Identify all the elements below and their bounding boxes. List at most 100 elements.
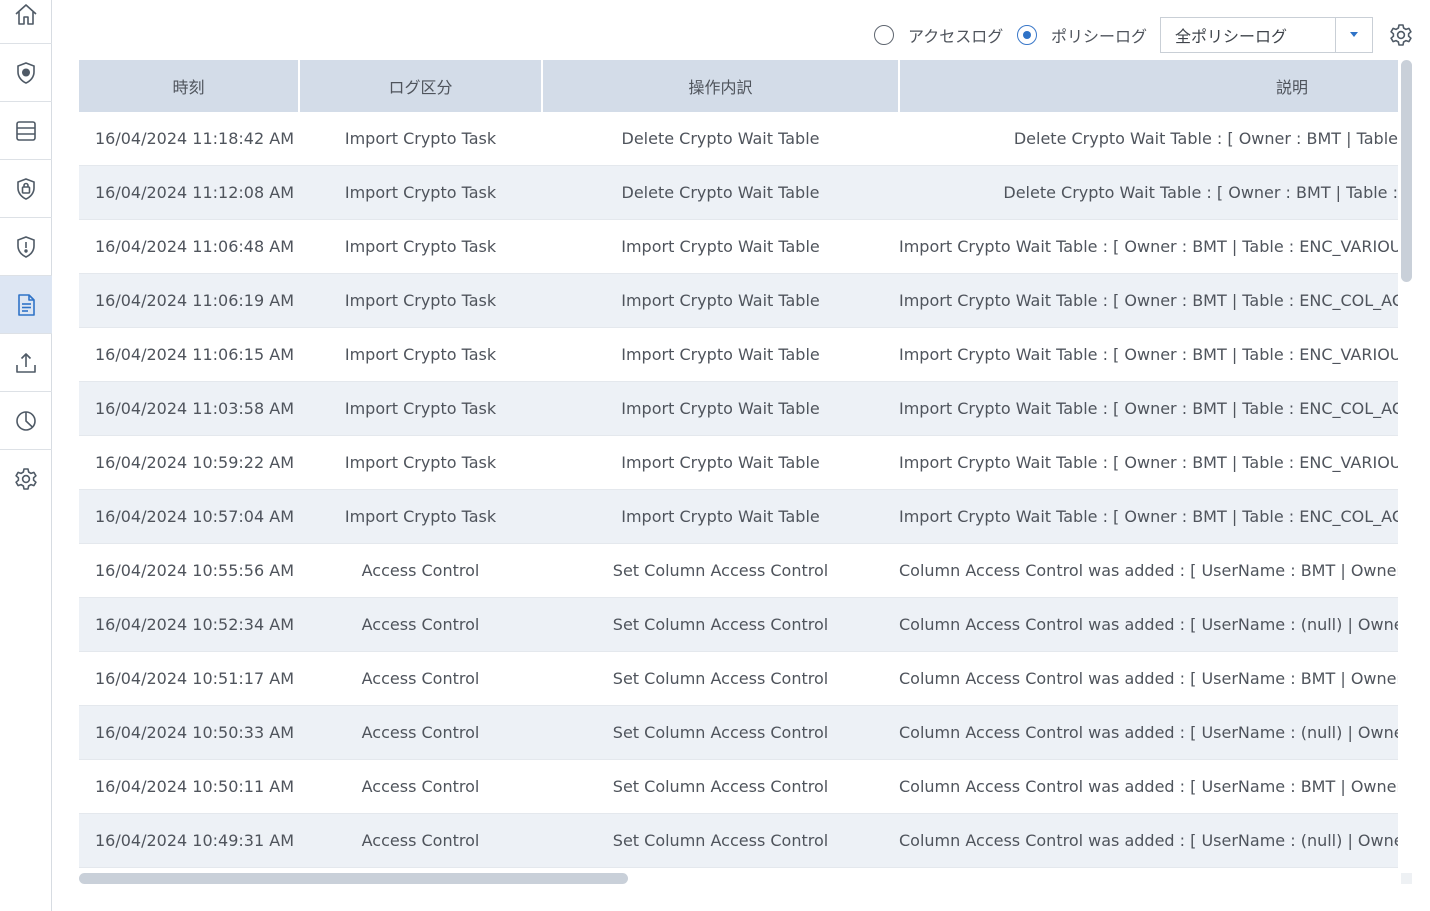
cell-operation: Import Crypto Wait Table (542, 219, 899, 274)
cell-description: Import Crypto Wait Table : [ Owner : BMT… (899, 381, 1398, 436)
sidebar-item-settings[interactable] (0, 450, 52, 508)
cell-operation: Set Column Access Control (542, 705, 899, 760)
radio-access-log[interactable]: アクセスログ (874, 24, 1003, 46)
cell-log-type: Access Control (299, 597, 542, 652)
cell-description: Column Access Control was added : [ User… (899, 543, 1398, 598)
cell-time: 16/04/2024 10:55:56 AM (79, 543, 299, 598)
column-header-time[interactable]: 時刻 (79, 60, 300, 112)
cell-description: Delete Crypto Wait Table : [ Owner : BMT… (899, 112, 1398, 166)
table-row[interactable]: 16/04/2024 10:55:56 AM Access Control Set … (79, 543, 1398, 598)
radio-access-log-label: アクセスログ (908, 27, 1004, 46)
sidebar-item-home[interactable] (0, 0, 52, 44)
caret-down-icon (1350, 32, 1358, 37)
sidebar-item-export[interactable] (0, 334, 52, 392)
shield-lock-icon (17, 177, 35, 200)
cell-time: 16/04/2024 10:52:34 AM (79, 597, 299, 652)
table-row[interactable]: 16/04/2024 10:50:33 AM Access Control Set … (79, 705, 1398, 760)
radio-policy-log-circle[interactable] (1017, 25, 1037, 45)
cell-description: Column Access Control was added : [ User… (899, 759, 1398, 814)
column-header-log-type[interactable]: ログ区分 (299, 60, 543, 112)
cell-time: 16/04/2024 10:57:04 AM (79, 489, 299, 544)
table-body: 16/04/2024 11:18:42 AM Import Crypto Task… (79, 112, 1398, 868)
table-row[interactable]: 16/04/2024 10:51:17 AM Access Control Set … (79, 651, 1398, 706)
cell-log-type: Import Crypto Task (299, 327, 542, 382)
cell-log-type: Import Crypto Task (299, 112, 542, 166)
gear-icon (15, 468, 37, 490)
cell-description: Import Crypto Wait Table : [ Owner : BMT… (899, 435, 1398, 490)
cell-time: 16/04/2024 10:50:11 AM (79, 759, 299, 814)
cell-time: 16/04/2024 11:06:48 AM (79, 219, 299, 274)
cell-description: Column Access Control was added : [ User… (899, 597, 1398, 652)
sidebar-item-encryption[interactable] (0, 160, 52, 218)
policy-log-filter-value: 全ポリシーログ (1175, 27, 1288, 46)
cell-log-type: Access Control (299, 651, 542, 706)
column-header-description[interactable]: 説明 (899, 60, 1398, 112)
cell-description: Import Crypto Wait Table : [ Owner : BMT… (899, 327, 1398, 382)
cell-description: Import Crypto Wait Table : [ Owner : BMT… (899, 489, 1398, 544)
upload-icon (16, 352, 36, 373)
cell-time: 16/04/2024 10:50:33 AM (79, 705, 299, 760)
cell-operation: Set Column Access Control (542, 543, 899, 598)
document-log-icon (18, 293, 35, 316)
radio-policy-log-label: ポリシーログ (1051, 27, 1148, 46)
cell-description: Import Crypto Wait Table : [ Owner : BMT… (899, 219, 1398, 274)
dropdown-arrow-button[interactable] (1335, 18, 1372, 52)
log-table-container: 時刻 ログ区分 操作内訳 説明 16/04/2024 11:18:42 AM Im… (79, 60, 1398, 870)
horizontal-scrollbar-thumb[interactable] (79, 873, 628, 884)
table-row[interactable]: 16/04/2024 11:06:48 AM Import Crypto Task… (79, 219, 1398, 274)
cell-log-type: Access Control (299, 543, 542, 598)
table-row[interactable]: 16/04/2024 11:06:15 AM Import Crypto Task… (79, 327, 1398, 382)
radio-policy-log[interactable]: ポリシーログ (1017, 24, 1147, 46)
cell-log-type: Import Crypto Task (299, 273, 542, 328)
table-row[interactable]: 16/04/2024 10:57:04 AM Import Crypto Task… (79, 489, 1398, 544)
cell-operation: Set Column Access Control (542, 813, 899, 868)
table-header-row: 時刻 ログ区分 操作内訳 説明 (79, 60, 1398, 112)
settings-gear-icon[interactable] (1388, 22, 1414, 48)
cell-operation: Import Crypto Wait Table (542, 489, 899, 544)
sidebar-item-alerts[interactable] (0, 218, 52, 276)
sidebar (0, 0, 52, 911)
cell-time: 16/04/2024 10:59:22 AM (79, 435, 299, 490)
shield-alert-icon (17, 235, 35, 258)
vertical-scrollbar-thumb[interactable] (1401, 60, 1412, 282)
table-row[interactable]: 16/04/2024 10:59:22 AM Import Crypto Task… (79, 435, 1398, 490)
cell-operation: Import Crypto Wait Table (542, 381, 899, 436)
cell-log-type: Import Crypto Task (299, 435, 542, 490)
cell-time: 16/04/2024 11:03:58 AM (79, 381, 299, 436)
table-row[interactable]: 16/04/2024 10:52:34 AM Access Control Set … (79, 597, 1398, 652)
cell-description: Column Access Control was added : [ User… (899, 705, 1398, 760)
cell-time: 16/04/2024 11:06:15 AM (79, 327, 299, 382)
cell-operation: Set Column Access Control (542, 651, 899, 706)
cell-time: 16/04/2024 11:18:42 AM (79, 112, 299, 166)
cell-time: 16/04/2024 10:49:31 AM (79, 813, 299, 868)
shield-badge-icon (17, 61, 35, 84)
table-row[interactable]: 16/04/2024 11:03:58 AM Import Crypto Task… (79, 381, 1398, 436)
column-header-operation[interactable]: 操作内訳 (542, 60, 900, 112)
table-row[interactable]: 16/04/2024 11:12:08 AM Import Crypto Task… (79, 165, 1398, 220)
log-table: 時刻 ログ区分 操作内訳 説明 16/04/2024 11:18:42 AM Im… (79, 60, 1398, 868)
cell-log-type: Access Control (299, 813, 542, 868)
home-icon (15, 3, 37, 25)
table-row[interactable]: 16/04/2024 11:06:19 AM Import Crypto Task… (79, 273, 1398, 328)
cell-log-type: Import Crypto Task (299, 381, 542, 436)
cell-log-type: Import Crypto Task (299, 165, 542, 220)
policy-log-filter-select[interactable]: 全ポリシーログ (1160, 17, 1373, 53)
cell-description: Column Access Control was added : [ User… (899, 651, 1398, 706)
scrollbar-corner (1401, 873, 1412, 884)
cell-operation: Delete Crypto Wait Table (542, 112, 899, 166)
cell-time: 16/04/2024 10:51:17 AM (79, 651, 299, 706)
cell-operation: Delete Crypto Wait Table (542, 165, 899, 220)
table-row[interactable]: 16/04/2024 11:18:42 AM Import Crypto Task… (79, 112, 1398, 166)
sidebar-item-logs[interactable] (0, 276, 52, 334)
cell-description: Import Crypto Wait Table : [ Owner : BMT… (899, 273, 1398, 328)
cell-log-type: Import Crypto Task (299, 219, 542, 274)
table-row[interactable]: 16/04/2024 10:49:31 AM Access Control Set … (79, 813, 1398, 868)
sidebar-item-reports[interactable] (0, 392, 52, 450)
sidebar-item-database[interactable] (0, 102, 52, 160)
table-row[interactable]: 16/04/2024 10:50:11 AM Access Control Set … (79, 759, 1398, 814)
cell-description: Column Access Control was added : [ User… (899, 813, 1398, 868)
database-icon (16, 120, 36, 141)
radio-access-log-circle[interactable] (874, 25, 894, 45)
sidebar-item-policy-shield[interactable] (0, 44, 52, 102)
cell-log-type: Import Crypto Task (299, 489, 542, 544)
